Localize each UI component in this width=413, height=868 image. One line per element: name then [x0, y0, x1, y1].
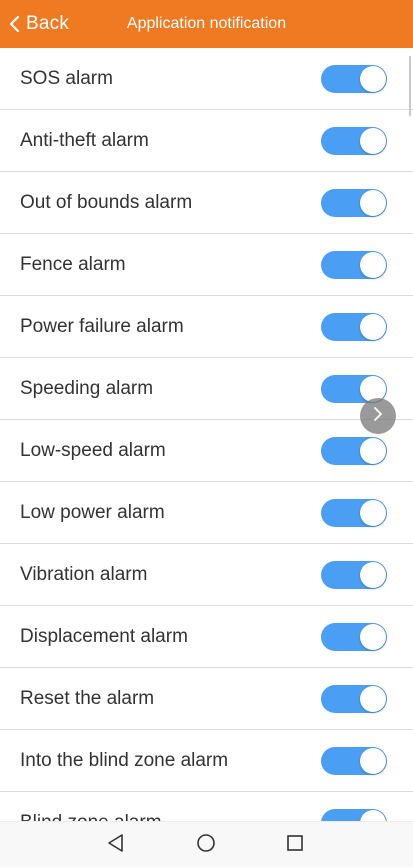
list-item-anti-theft-alarm: Anti-theft alarm — [0, 110, 413, 172]
toggle-switch[interactable] — [321, 188, 387, 217]
list-item-label: Power failure alarm — [20, 315, 184, 337]
list-item-vibration-alarm: Vibration alarm — [0, 544, 413, 606]
list-item-sos-alarm: SOS alarm — [0, 48, 413, 110]
toggle-switch[interactable] — [321, 436, 387, 465]
app-header: Back Application notification — [0, 0, 413, 48]
list-item-speeding-alarm: Speeding alarm — [0, 358, 413, 420]
toggle-switch[interactable] — [321, 250, 387, 279]
toggle-knob — [360, 499, 386, 526]
toggle-switch[interactable] — [321, 684, 387, 713]
list-item-out-of-bounds-alarm: Out of bounds alarm — [0, 172, 413, 234]
toggle-knob — [360, 127, 386, 154]
toggle-knob — [360, 685, 386, 712]
square-recents-icon — [285, 833, 305, 858]
toggle-switch[interactable] — [321, 746, 387, 775]
floating-assist-button[interactable] — [360, 398, 396, 434]
chevron-right-icon — [372, 406, 384, 427]
toggle-knob — [360, 313, 386, 340]
toggle-knob — [360, 561, 386, 588]
list-item-label: Out of bounds alarm — [20, 191, 193, 213]
list-item-label: Anti-theft alarm — [20, 129, 149, 151]
toggle-knob — [360, 809, 386, 821]
toggle-knob — [360, 623, 386, 650]
page-title: Application notification — [126, 15, 287, 32]
toggle-switch[interactable] — [321, 622, 387, 651]
list-item-label: Low-speed alarm — [20, 439, 166, 461]
toggle-switch[interactable] — [321, 312, 387, 341]
toggle-switch[interactable] — [321, 64, 387, 93]
list-item-low-power-alarm: Low power alarm — [0, 482, 413, 544]
list-item-into-blind-zone-alarm: Into the blind zone alarm — [0, 730, 413, 792]
list-item-label: Speeding alarm — [20, 377, 154, 399]
circle-home-icon — [196, 833, 216, 858]
toggle-switch[interactable] — [321, 560, 387, 589]
list-item-label: Blind zone alarm — [20, 812, 162, 822]
list-item-power-failure-alarm: Power failure alarm — [0, 296, 413, 358]
nav-recents-button[interactable] — [265, 822, 325, 868]
list-item-label: Low power alarm — [20, 501, 165, 523]
list-item-blind-zone-alarm: Blind zone alarm — [0, 792, 413, 821]
toggle-switch[interactable] — [321, 808, 387, 821]
list-item-displacement-alarm: Displacement alarm — [0, 606, 413, 668]
scrollbar[interactable] — [409, 56, 411, 116]
system-navigation-bar — [0, 821, 413, 867]
list-item-label: Displacement alarm — [20, 625, 188, 647]
nav-back-button[interactable] — [86, 822, 146, 868]
list-item-low-speed-alarm: Low-speed alarm — [0, 420, 413, 482]
toggle-knob — [360, 251, 386, 278]
list-item-reset-alarm: Reset the alarm — [0, 668, 413, 730]
list-item-label: SOS alarm — [20, 67, 113, 89]
triangle-back-icon — [106, 833, 126, 858]
list-item-label: Into the blind zone alarm — [20, 749, 229, 771]
toggle-knob — [360, 65, 386, 92]
toggle-knob — [360, 437, 386, 464]
toggle-switch[interactable] — [321, 126, 387, 155]
list-item-label: Reset the alarm — [20, 687, 155, 709]
toggle-knob — [360, 747, 386, 774]
list-item-label: Fence alarm — [20, 253, 126, 275]
list-item-label: Vibration alarm — [20, 563, 148, 585]
alarm-settings-list: SOS alarm Anti-theft alarm Out of bounds… — [0, 48, 413, 821]
toggle-knob — [360, 189, 386, 216]
toggle-switch[interactable] — [321, 498, 387, 527]
nav-home-button[interactable] — [176, 822, 236, 868]
list-item-fence-alarm: Fence alarm — [0, 234, 413, 296]
